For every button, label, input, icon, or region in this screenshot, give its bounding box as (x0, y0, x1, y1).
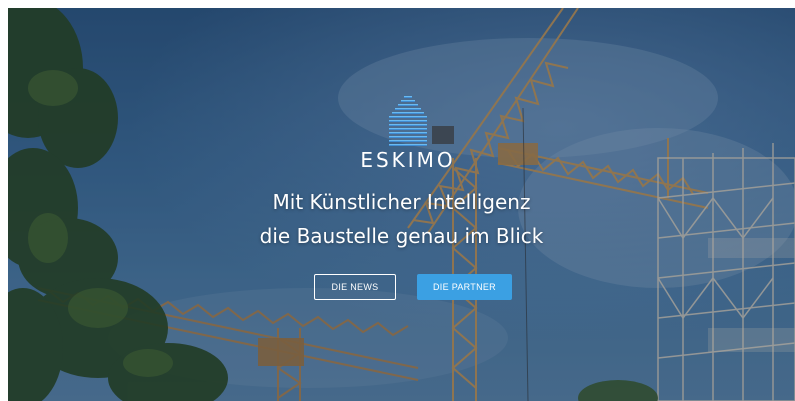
hero-content: ESKIMO Mit Künstlicher Intelligenz die B… (8, 8, 795, 401)
hero-section: ESKIMO Mit Künstlicher Intelligenz die B… (8, 8, 795, 401)
brand-wordmark: ESKIMO (360, 148, 456, 172)
news-button[interactable]: DIE NEWS (314, 274, 396, 300)
hero-headline-line-2: die Baustelle genau im Blick (259, 224, 544, 248)
partner-button[interactable]: DIE PARTNER (417, 274, 512, 300)
hero-headline-line-1: Mit Künstlicher Intelligenz (272, 190, 531, 214)
stacked-lines-house-icon (385, 96, 431, 148)
